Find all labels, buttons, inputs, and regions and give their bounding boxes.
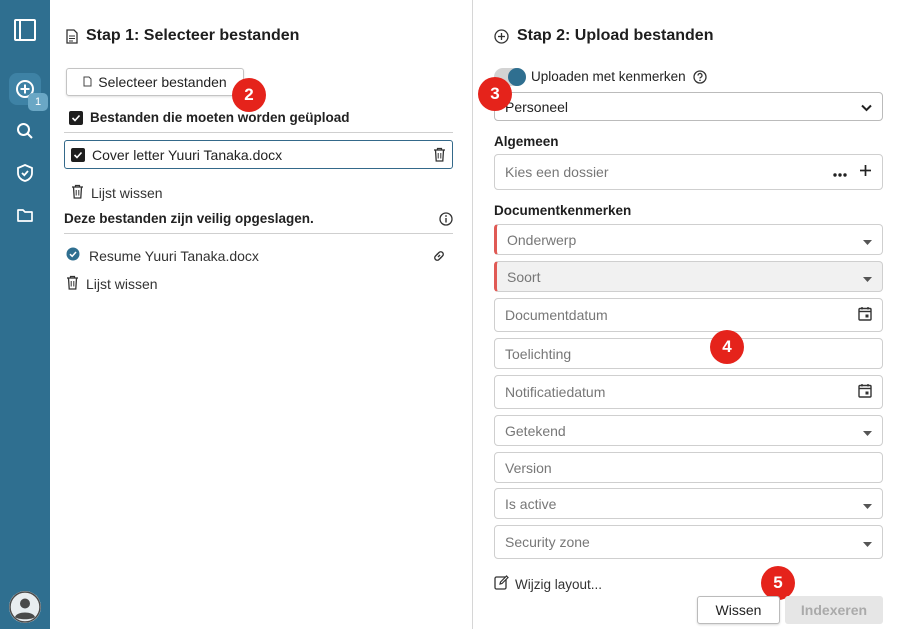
- toggle-knob: [508, 68, 526, 86]
- type-placeholder: Soort: [507, 268, 541, 285]
- divider: [64, 132, 453, 133]
- document-date-placeholder: Documentdatum: [505, 307, 608, 323]
- link-icon[interactable]: [432, 249, 446, 263]
- dossier-placeholder: Kies een dossier: [505, 164, 609, 180]
- general-section-label: Algemeen: [494, 134, 559, 149]
- trash-icon: [71, 184, 84, 202]
- search-icon[interactable]: [11, 117, 39, 145]
- dossier-field[interactable]: Kies een dossier: [494, 154, 883, 190]
- index-button[interactable]: Indexeren: [785, 596, 883, 624]
- select-files-label: Selecteer bestanden: [98, 74, 227, 90]
- caret-down-icon: [863, 496, 872, 512]
- file-icon: [83, 74, 92, 90]
- callout-marker-2: 2: [232, 78, 266, 112]
- attributes-section-label: Documentkenmerken: [494, 203, 632, 218]
- upload-count-badge: 1: [28, 93, 48, 111]
- signed-placeholder: Getekend: [505, 422, 566, 439]
- trash-icon: [66, 275, 79, 293]
- step2-title: Stap 2: Upload bestanden: [517, 27, 714, 44]
- caret-down-icon: [863, 534, 872, 550]
- folder-icon[interactable]: [11, 201, 39, 229]
- caret-down-icon: [863, 232, 872, 248]
- edit-icon: [494, 575, 509, 593]
- clear-button[interactable]: Wissen: [697, 596, 780, 624]
- plus-circle-icon: [494, 28, 509, 44]
- notification-date-field[interactable]: Notificatiedatum: [494, 375, 883, 409]
- divider: [64, 233, 453, 234]
- more-icon[interactable]: [833, 164, 847, 180]
- panel-divider: [472, 0, 473, 629]
- step1-heading: Stap 1: Selecteer bestanden: [66, 27, 299, 45]
- clear-list-label: Lijst wissen: [91, 185, 163, 201]
- signed-field[interactable]: Getekend: [494, 415, 883, 446]
- callout-marker-4: 4: [710, 330, 744, 364]
- add-icon[interactable]: [859, 164, 872, 180]
- edit-layout-label: Wijzig layout...: [515, 576, 603, 592]
- select-all-checkbox[interactable]: [69, 110, 83, 125]
- help-icon[interactable]: [692, 69, 707, 84]
- step2-heading: Stap 2: Upload bestanden: [494, 27, 713, 45]
- explanation-field[interactable]: Toelichting: [494, 338, 883, 369]
- info-icon[interactable]: [439, 211, 453, 226]
- file-checkbox[interactable]: [71, 147, 85, 162]
- is-active-field[interactable]: Is active: [494, 488, 883, 519]
- trash-icon[interactable]: [433, 147, 446, 162]
- clear-list-button[interactable]: Lijst wissen: [71, 184, 163, 202]
- clear-list-button-2[interactable]: Lijst wissen: [66, 275, 158, 293]
- upload-file-row[interactable]: Cover letter Yuuri Tanaka.docx: [64, 140, 453, 169]
- profile-select-value: Personeel: [505, 98, 569, 115]
- caret-down-icon: [863, 269, 872, 285]
- to-upload-label: Bestanden die moeten worden geüpload: [90, 110, 350, 125]
- caret-down-icon: [863, 423, 872, 439]
- security-zone-placeholder: Security zone: [505, 534, 590, 550]
- step1-title: Stap 1: Selecteer bestanden: [86, 27, 300, 44]
- type-field[interactable]: Soort: [494, 261, 883, 292]
- chevron-down-icon: [861, 99, 872, 115]
- notification-date-placeholder: Notificatiedatum: [505, 384, 606, 400]
- sidebar: 1: [0, 0, 50, 629]
- subject-placeholder: Onderwerp: [507, 231, 577, 248]
- subject-field[interactable]: Onderwerp: [494, 224, 883, 255]
- calendar-icon[interactable]: [858, 306, 872, 324]
- app-logo-icon[interactable]: [11, 16, 39, 44]
- saved-file-row: Resume Yuuri Tanaka.docx: [66, 247, 446, 264]
- profile-select[interactable]: Personeel: [494, 92, 883, 121]
- callout-marker-3: 3: [478, 77, 512, 111]
- is-active-placeholder: Is active: [505, 495, 557, 512]
- saved-files-header: Deze bestanden zijn veilig opgeslagen.: [64, 211, 453, 226]
- clear-list-label-2: Lijst wissen: [86, 276, 158, 292]
- document-date-field[interactable]: Documentdatum: [494, 298, 883, 332]
- security-zone-field[interactable]: Security zone: [494, 525, 883, 559]
- select-files-button[interactable]: Selecteer bestanden: [66, 68, 244, 96]
- version-placeholder: Version: [505, 459, 552, 476]
- file-name: Cover letter Yuuri Tanaka.docx: [92, 146, 283, 163]
- shield-icon[interactable]: [11, 159, 39, 187]
- saved-files-label: Deze bestanden zijn veilig opgeslagen.: [64, 211, 314, 226]
- version-field[interactable]: Version: [494, 452, 883, 483]
- to-upload-header: Bestanden die moeten worden geüpload: [69, 110, 350, 125]
- edit-layout-link[interactable]: Wijzig layout...: [494, 575, 602, 593]
- toggle-label-row: Uploaden met kenmerken: [531, 69, 707, 84]
- saved-file-name: Resume Yuuri Tanaka.docx: [89, 247, 259, 264]
- user-avatar[interactable]: [9, 591, 41, 623]
- document-icon: [66, 28, 78, 44]
- callout-marker-5: 5: [761, 566, 795, 600]
- explanation-placeholder: Toelichting: [505, 345, 572, 362]
- toggle-label: Uploaden met kenmerken: [531, 69, 686, 84]
- calendar-icon[interactable]: [858, 383, 872, 401]
- check-circle-icon: [66, 247, 80, 264]
